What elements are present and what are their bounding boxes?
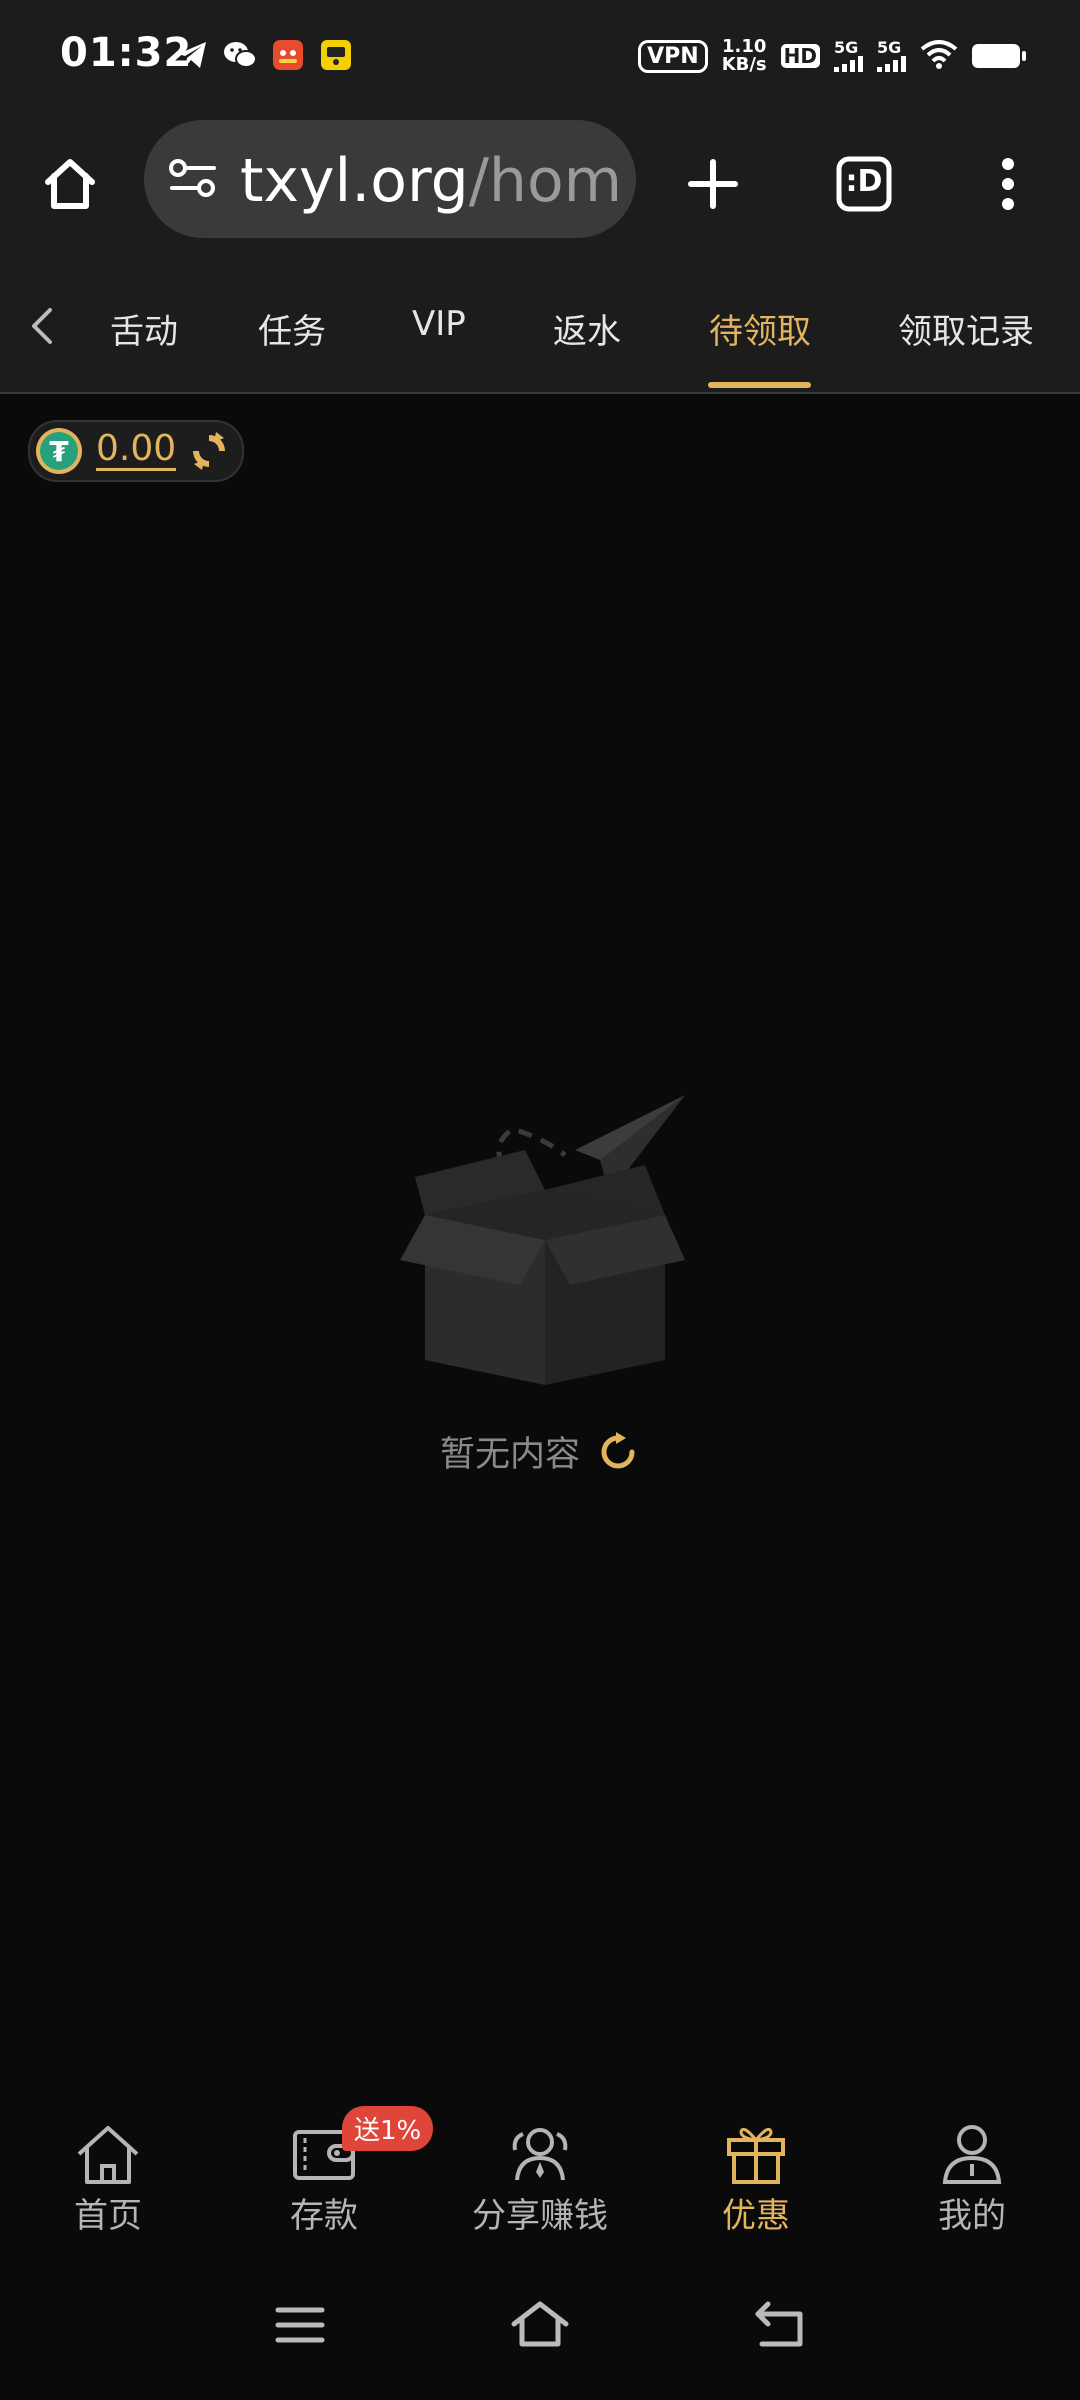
telegram-icon xyxy=(175,38,209,72)
nav-promotions-label: 优惠 xyxy=(722,2196,790,2236)
home-icon xyxy=(511,2301,569,2347)
nav-profile[interactable]: 我的 xyxy=(872,2120,1072,2237)
tab-claim-history[interactable]: 领取记录 xyxy=(898,304,1034,353)
signal-sim2-icon: 5G xyxy=(877,40,906,72)
nav-share-earn[interactable]: 分享赚钱 xyxy=(440,2120,640,2237)
system-navigation-bar xyxy=(0,2250,1080,2400)
plus-icon xyxy=(688,159,738,209)
notification-icons xyxy=(175,38,353,72)
home-icon xyxy=(45,159,95,209)
site-settings-icon[interactable] xyxy=(168,156,218,206)
share-users-icon xyxy=(512,2128,568,2181)
system-status-icons: VPN 1.10 KB/s HD 5G 5G xyxy=(638,38,1026,74)
browser-menu-button[interactable] xyxy=(970,146,1046,222)
tab-vip[interactable]: VIP xyxy=(412,304,466,344)
battery-icon xyxy=(972,44,1026,68)
nav-share-earn-label: 分享赚钱 xyxy=(472,2196,608,2236)
more-vertical-icon xyxy=(1002,158,1014,210)
menu-icon xyxy=(275,2307,325,2343)
vpn-indicator: VPN xyxy=(638,39,708,73)
new-tab-button[interactable] xyxy=(675,146,751,222)
status-bar: 01:32 VPN 1.10 KB/s HD 5G 5G xyxy=(0,0,1080,110)
nav-home-label: 首页 xyxy=(74,2196,142,2236)
profile-icon xyxy=(942,2125,1002,2184)
hd-indicator: HD xyxy=(780,44,820,68)
app-icon xyxy=(319,38,353,72)
sim2-label: 5G xyxy=(877,38,902,57)
empty-state: 暂无内容 xyxy=(0,1426,1080,1477)
sim1-label: 5G xyxy=(834,38,859,57)
taobao-icon xyxy=(271,38,305,72)
gift-icon xyxy=(727,2127,785,2184)
promo-tab-strip: 舌动 任务 VIP 返水 待领取 领取记录 xyxy=(0,260,1080,394)
nav-promotions[interactable]: 优惠 xyxy=(656,2120,856,2237)
balance-pill: ₮ 0.00 xyxy=(28,420,244,482)
signal-sim1-icon: 5G xyxy=(834,40,863,72)
refresh-balance-icon[interactable] xyxy=(188,430,230,472)
speed-unit: KB/s xyxy=(721,54,767,75)
currency-symbol: ₮ xyxy=(40,432,78,470)
tab-switcher-label: :D xyxy=(845,164,883,199)
tether-icon: ₮ xyxy=(36,428,82,474)
tab-rebate[interactable]: 返水 xyxy=(553,304,621,353)
empty-box-illustration xyxy=(400,1095,685,1385)
back-arrow-icon xyxy=(755,2301,803,2347)
system-home-button[interactable] xyxy=(510,2298,570,2352)
deposit-bonus-badge: 送1% xyxy=(342,2106,434,2151)
chevron-left-icon[interactable] xyxy=(22,306,62,346)
bottom-navigation: 首页 存款 分享赚钱 优惠 我的 xyxy=(0,2100,1080,2250)
nav-profile-label: 我的 xyxy=(938,2196,1006,2236)
browser-home-button[interactable] xyxy=(32,146,108,222)
empty-state-text: 暂无内容 xyxy=(439,1435,580,1475)
recents-button[interactable] xyxy=(270,2298,330,2352)
nav-home[interactable]: 首页 xyxy=(8,2120,208,2237)
home-icon xyxy=(77,2126,139,2184)
tab-tasks[interactable]: 任务 xyxy=(258,304,326,353)
url-host: txyl.org xyxy=(240,146,469,216)
wifi-icon xyxy=(920,39,958,73)
address-bar[interactable]: txyl.org/hom xyxy=(144,120,636,238)
tab-pending-claim[interactable]: 待领取 xyxy=(709,304,811,353)
browser-toolbar: txyl.org/hom :D xyxy=(0,110,1080,260)
url-path: /hom xyxy=(468,146,620,216)
url-text[interactable]: txyl.org/hom xyxy=(240,146,620,216)
wechat-icon xyxy=(223,38,257,72)
active-tab-indicator xyxy=(708,382,811,388)
tab-switcher-button[interactable]: :D xyxy=(826,146,902,222)
tab-activity[interactable]: 舌动 xyxy=(110,304,178,353)
nav-deposit-label: 存款 xyxy=(290,2196,358,2236)
refresh-icon[interactable] xyxy=(596,1430,640,1474)
network-speed: 1.10 KB/s xyxy=(722,38,767,74)
status-time: 01:32 xyxy=(60,30,193,76)
balance-value: 0.00 xyxy=(96,428,177,471)
system-back-button[interactable] xyxy=(750,2298,810,2352)
